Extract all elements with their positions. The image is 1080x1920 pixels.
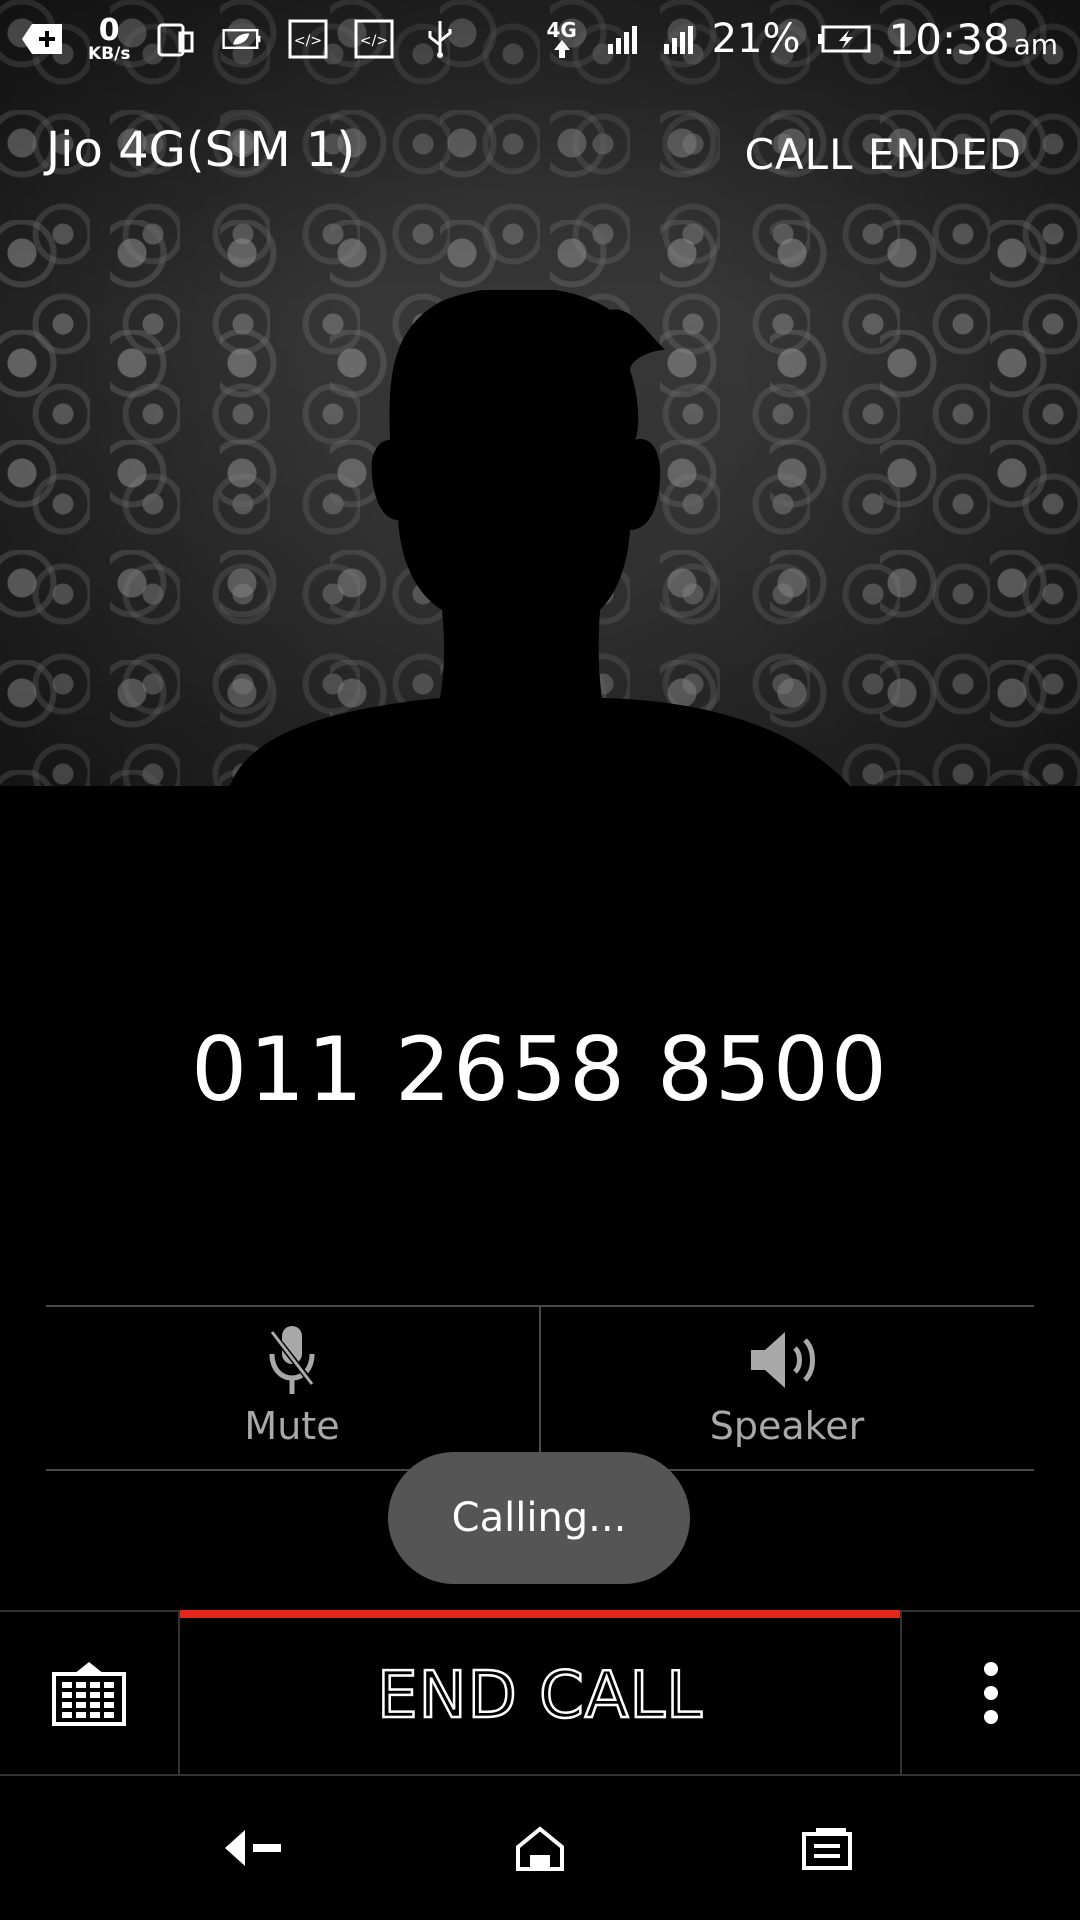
mute-label: Mute [244,1404,340,1448]
add-icon [22,19,62,59]
usb-icon [420,19,460,59]
dialpad-button[interactable] [0,1612,178,1774]
speaker-label: Speaker [709,1404,865,1448]
speed-unit: KB/s [88,43,131,64]
lte-upload-icon: 4G [540,19,584,59]
speed-value: 0 [98,12,120,48]
speaker-button[interactable]: Speaker [541,1320,1033,1460]
recents-button[interactable] [767,1788,887,1908]
home-icon [515,1826,564,1871]
more-vertical-icon [984,1662,998,1724]
more-options-button[interactable] [902,1612,1080,1774]
network-type: 4G [546,18,577,42]
signal-sim2-icon [656,19,696,59]
code-icon: </> [288,19,328,59]
svg-text:</>: </> [294,33,322,49]
recents-icon [801,1828,852,1870]
back-button[interactable] [193,1788,313,1908]
navigation-bar [0,1776,1080,1920]
calling-toast: Calling... [388,1452,690,1584]
status-bar: 0 KB/s </> </> 4G 21% 10:38 am [0,0,1080,78]
end-call-button[interactable]: END CALL [180,1618,900,1774]
clock-ampm: am [1013,27,1058,61]
clock: 10:38 am [889,15,1058,64]
speaker-icon [541,1320,1033,1400]
battery-charging-icon [817,19,873,59]
network-speed: 0 KB/s [88,12,131,64]
end-call-label: END CALL [376,1658,703,1735]
mute-button[interactable]: Mute [46,1320,538,1460]
carrier-label: Jio 4G(SIM 1) [46,122,356,178]
call-state: CALL ENDED [744,130,1022,179]
microphone-muted-icon [46,1320,538,1400]
back-arrow-icon [225,1830,282,1866]
signal-sim1-icon [600,19,640,59]
contact-silhouette [230,290,850,786]
dialpad-icon [52,1662,126,1726]
phone-number: 011 2658 8500 [191,1018,889,1121]
clock-time: 10:38 [888,14,1010,64]
home-button[interactable] [480,1788,600,1908]
battery-percent: 21% [711,16,801,62]
phone-screen-icon [156,19,196,59]
svg-text:</>: </> [360,33,388,49]
battery-saver-icon [222,19,262,59]
end-call-accent-line [180,1610,900,1618]
code-icon: </> [354,19,394,59]
